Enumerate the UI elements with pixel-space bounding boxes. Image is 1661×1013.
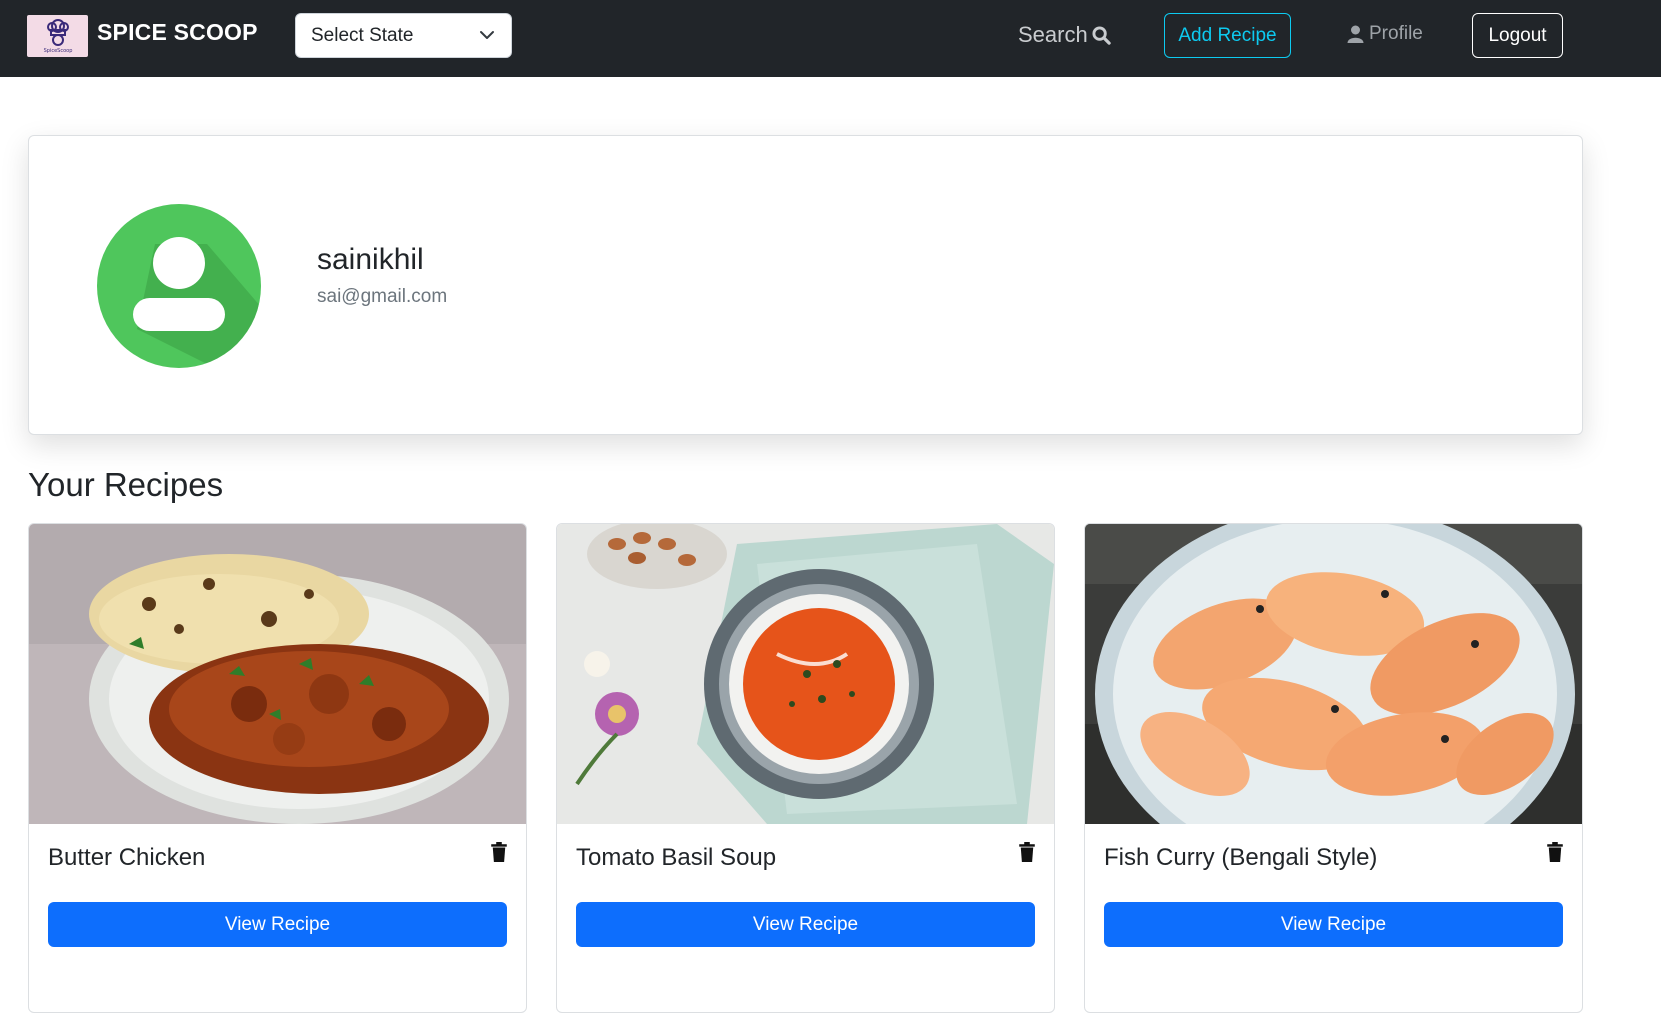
- state-select[interactable]: Select State: [295, 13, 512, 58]
- view-recipe-button[interactable]: View Recipe: [48, 902, 507, 947]
- nav-profile-link[interactable]: Profile: [1347, 23, 1423, 45]
- chef-logo-icon: SpiceScoop: [43, 19, 72, 54]
- trash-icon[interactable]: [1018, 842, 1036, 862]
- avatar: [97, 204, 261, 368]
- state-select-value: Select State: [311, 24, 414, 46]
- add-recipe-button[interactable]: Add Recipe: [1164, 13, 1291, 58]
- recipe-title: Tomato Basil Soup: [576, 844, 777, 871]
- section-title: Your Recipes: [28, 466, 224, 503]
- navbar: SpiceScoop SPICE SCOOP Select State Sear…: [0, 0, 1661, 77]
- recipe-card: Butter Chicken View Recipe: [28, 523, 527, 1013]
- search-icon: [1092, 25, 1111, 45]
- profile-card: sainikhil sai@gmail.com: [28, 135, 1583, 435]
- profile-email: sai@gmail.com: [317, 286, 448, 307]
- brand-logo[interactable]: SpiceScoop: [27, 15, 88, 57]
- recipe-image[interactable]: [557, 524, 1054, 824]
- trash-icon[interactable]: [490, 842, 508, 862]
- recipe-title: Butter Chicken: [48, 844, 206, 871]
- user-icon: [1347, 25, 1364, 43]
- recipe-card: Fish Curry (Bengali Style) View Recipe: [1084, 523, 1583, 1013]
- chevron-down-icon: [480, 31, 494, 39]
- trash-icon[interactable]: [1546, 842, 1564, 862]
- nav-search-link[interactable]: Search: [1018, 22, 1111, 48]
- recipe-title: Fish Curry (Bengali Style): [1104, 844, 1378, 871]
- logout-button[interactable]: Logout: [1472, 13, 1563, 58]
- recipe-image[interactable]: [29, 524, 526, 824]
- brand-name[interactable]: SPICE SCOOP: [97, 19, 258, 46]
- recipe-card: Tomato Basil Soup View Recipe: [556, 523, 1055, 1013]
- nav-profile-label: Profile: [1369, 23, 1423, 44]
- view-recipe-button[interactable]: View Recipe: [576, 902, 1035, 947]
- svg-text:SpiceScoop: SpiceScoop: [43, 48, 72, 54]
- profile-username: sainikhil: [317, 243, 424, 276]
- nav-search-label: Search: [1018, 22, 1088, 47]
- recipe-image[interactable]: [1085, 524, 1582, 824]
- view-recipe-button[interactable]: View Recipe: [1104, 902, 1563, 947]
